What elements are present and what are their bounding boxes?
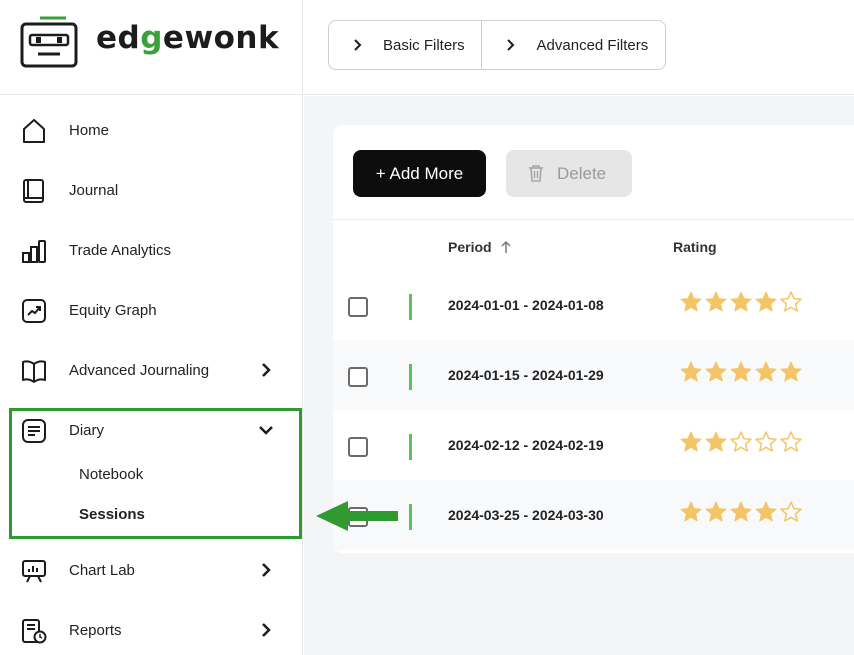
chevron-right-icon [262,563,271,577]
add-more-button[interactable]: + Add More [353,150,486,197]
star-filled-icon [755,501,777,522]
row-period: 2024-01-15 - 2024-01-29 [448,367,604,383]
row-period: 2024-02-12 - 2024-02-19 [448,437,604,453]
row-period: 2024-01-01 - 2024-01-08 [448,297,604,313]
row-checkbox[interactable] [348,437,368,457]
table-row[interactable]: 2024-01-01 - 2024-01-08 [333,270,854,340]
top-bar: Basic Filters Advanced Filters [304,0,854,95]
sort-ascending-icon[interactable] [500,240,512,254]
star-filled-icon [755,291,777,312]
row-rating [679,430,803,454]
chevron-right-icon [262,363,271,377]
star-filled-icon [755,361,777,382]
table-row[interactable]: 2024-03-25 - 2024-03-30 [333,480,854,550]
basic-filters-label: Basic Filters [383,36,465,54]
row-checkbox[interactable] [348,367,368,387]
open-book-icon [22,360,46,383]
sidebar-item-home[interactable]: Home [0,110,303,150]
column-header-rating[interactable]: Rating [673,239,717,255]
advanced-filters-button[interactable]: Advanced Filters [482,21,665,69]
table-header: Period Rating [333,219,854,274]
star-filled-icon [680,501,702,522]
sidebar-item-advanced-journaling[interactable]: Advanced Journaling [0,350,303,390]
app-window: edgewonk Home Journal Trade Analytics Eq… [0,0,854,655]
table-row[interactable]: 2024-01-15 - 2024-01-29 [333,340,854,410]
row-rating [679,360,803,384]
book-icon [23,179,44,203]
star-filled-icon [730,361,752,382]
trend-up-icon [22,299,46,323]
row-status-bar [409,434,412,460]
trash-icon [529,165,543,182]
sidebar: edgewonk Home Journal Trade Analytics Eq… [0,0,303,655]
row-period: 2024-03-25 - 2024-03-30 [448,507,604,523]
star-filled-icon [705,291,727,312]
row-checkbox[interactable] [348,297,368,317]
star-outline-icon [730,431,752,452]
star-filled-icon [730,501,752,522]
report-clock-icon [22,619,47,644]
star-outline-icon [780,501,802,522]
sidebar-item-journal[interactable]: Journal [0,170,303,210]
home-icon [23,119,45,143]
star-filled-icon [680,431,702,452]
star-outline-icon [780,431,802,452]
column-header-period[interactable]: Period [448,239,492,255]
star-filled-icon [680,291,702,312]
star-outline-icon [755,431,777,452]
table-row[interactable]: 2024-02-12 - 2024-02-19 [333,410,854,480]
star-filled-icon [705,361,727,382]
sidebar-item-reports[interactable]: Reports [0,610,303,650]
row-rating [679,290,803,314]
logo-wordmark: edgewonk [96,20,280,56]
row-status-bar [409,294,412,320]
presentation-chart-icon [22,560,46,583]
basic-filters-button[interactable]: Basic Filters [329,21,482,69]
delete-label: Delete [557,163,607,183]
sidebar-item-label: Equity Graph [69,301,157,319]
row-status-bar [409,364,412,390]
star-filled-icon [705,501,727,522]
star-filled-icon [730,291,752,312]
sidebar-item-label: Journal [69,181,119,199]
sidebar-item-chart-lab[interactable]: Chart Lab [0,550,303,590]
sidebar-item-label: Chart Lab [69,561,135,579]
chevron-right-icon [506,39,514,51]
row-status-bar [409,504,412,530]
sessions-card: + Add More Delete Period Rating 2024-01-… [333,125,854,553]
star-filled-icon [680,361,702,382]
chevron-right-icon [262,623,271,637]
sidebar-item-equity-graph[interactable]: Equity Graph [0,290,303,330]
sidebar-item-label: Home [69,121,110,139]
logo-robot-icon [20,16,78,68]
chevron-right-icon [354,39,362,51]
star-outline-icon [780,291,802,312]
sidebar-item-label: Advanced Journaling [69,361,210,379]
advanced-filters-label: Advanced Filters [536,36,649,54]
filter-group: Basic Filters Advanced Filters [328,20,666,70]
star-filled-icon [705,431,727,452]
logo-area: edgewonk [0,0,303,95]
sidebar-item-label: Trade Analytics [69,241,171,259]
sidebar-item-trade-analytics[interactable]: Trade Analytics [0,230,303,270]
row-rating [679,500,803,524]
star-filled-icon [780,361,802,382]
sidebar-item-label: Reports [69,621,122,639]
delete-button[interactable]: Delete [506,150,632,197]
arrow-left-icon [316,501,398,531]
bar-chart-icon [22,240,46,263]
diary-highlight-box [9,408,302,539]
